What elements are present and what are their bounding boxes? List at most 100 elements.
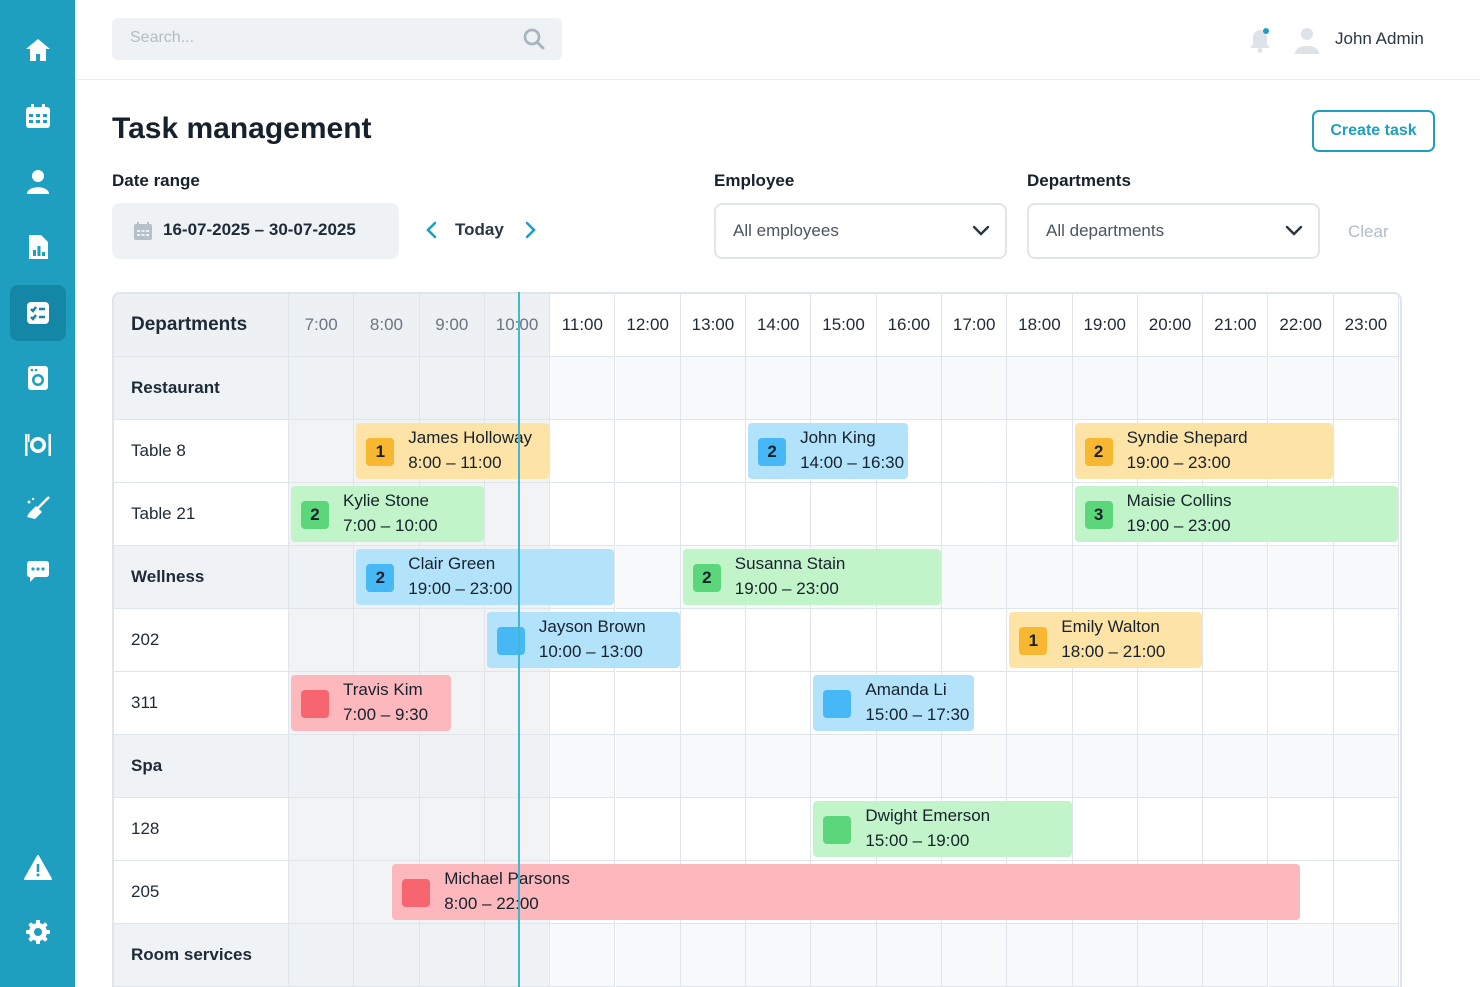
task-card[interactable]: 1 Emily Walton 18:00 – 21:00 — [1009, 612, 1203, 668]
schedule-slot[interactable] — [1333, 609, 1400, 672]
date-range-picker[interactable]: 16-07-2025 – 30-07-2025 — [112, 203, 399, 259]
schedule-slot[interactable] — [1333, 672, 1400, 735]
schedule-slot[interactable] — [746, 357, 812, 420]
nav-chat[interactable] — [10, 543, 66, 599]
schedule-slot[interactable] — [1007, 357, 1073, 420]
nav-laundry[interactable] — [10, 350, 66, 406]
schedule-slot[interactable] — [289, 357, 355, 420]
avatar[interactable] — [1293, 24, 1321, 56]
task-card[interactable]: Michael Parsons 8:00 – 22:00 — [392, 864, 1301, 920]
schedule-slot[interactable] — [615, 546, 681, 609]
schedule-slot[interactable] — [615, 357, 681, 420]
schedule-slot[interactable] — [1333, 420, 1400, 483]
schedule-slot[interactable] — [1137, 735, 1204, 798]
schedule-slot[interactable] — [876, 357, 942, 420]
today-button[interactable]: Today — [455, 220, 504, 240]
schedule-slot[interactable] — [354, 798, 420, 861]
schedule-slot[interactable] — [942, 357, 1008, 420]
create-task-button[interactable]: Create task — [1312, 110, 1435, 152]
schedule-slot[interactable] — [1333, 924, 1400, 987]
schedule-slot[interactable] — [1203, 735, 1269, 798]
task-card[interactable]: Dwight Emerson 15:00 – 19:00 — [813, 801, 1072, 857]
nav-tasks[interactable] — [10, 285, 66, 341]
nav-cleaning[interactable] — [10, 480, 66, 536]
schedule-slot[interactable] — [1203, 357, 1269, 420]
schedule-slot[interactable] — [550, 357, 616, 420]
schedule-slot[interactable] — [419, 735, 485, 798]
task-card[interactable]: 2 Clair Green 19:00 – 23:00 — [356, 549, 615, 605]
schedule-slot[interactable] — [615, 924, 681, 987]
schedule-slot[interactable] — [1333, 735, 1400, 798]
schedule-slot[interactable] — [615, 420, 681, 483]
schedule-slot[interactable] — [419, 924, 485, 987]
notification-bell-icon[interactable] — [1247, 26, 1273, 54]
schedule-slot[interactable] — [1072, 735, 1138, 798]
nav-calendar[interactable] — [10, 88, 66, 144]
search-input[interactable]: Search... — [112, 18, 562, 60]
nav-dining[interactable] — [10, 416, 66, 472]
schedule-slot[interactable] — [811, 357, 877, 420]
schedule-slot[interactable] — [419, 357, 485, 420]
nav-home[interactable] — [10, 22, 66, 78]
schedule-slot[interactable] — [680, 483, 747, 546]
schedule-slot[interactable] — [354, 357, 420, 420]
schedule-slot[interactable] — [615, 672, 681, 735]
schedule-slot[interactable] — [942, 420, 1008, 483]
schedule-slot[interactable] — [1268, 798, 1334, 861]
task-card[interactable]: 3 Maisie Collins 19:00 – 23:00 — [1074, 486, 1399, 542]
schedule-slot[interactable] — [1268, 672, 1334, 735]
schedule-slot[interactable] — [680, 357, 747, 420]
task-card[interactable]: 2 Susanna Stain 19:00 – 23:00 — [682, 549, 941, 605]
schedule-slot[interactable] — [289, 798, 355, 861]
schedule-slot[interactable] — [1007, 924, 1073, 987]
schedule-slot[interactable] — [615, 735, 681, 798]
schedule-slot[interactable] — [746, 735, 812, 798]
schedule-slot[interactable] — [289, 420, 355, 483]
nav-alerts[interactable] — [10, 840, 66, 896]
schedule-slot[interactable] — [1203, 546, 1269, 609]
schedule-slot[interactable] — [942, 735, 1008, 798]
task-card[interactable]: 2 John King 14:00 – 16:30 — [748, 423, 909, 479]
schedule-slot[interactable] — [1137, 924, 1204, 987]
task-card[interactable]: 2 Syndie Shepard 19:00 – 23:00 — [1074, 423, 1333, 479]
schedule-slot[interactable] — [419, 609, 485, 672]
schedule-slot[interactable] — [1137, 798, 1204, 861]
schedule-slot[interactable] — [942, 483, 1008, 546]
schedule-slot[interactable] — [942, 609, 1008, 672]
departments-select[interactable]: All departments — [1027, 203, 1320, 259]
schedule-slot[interactable] — [680, 798, 747, 861]
schedule-slot[interactable] — [1007, 735, 1073, 798]
task-card[interactable]: Travis Kim 7:00 – 9:30 — [291, 675, 452, 731]
schedule-slot[interactable] — [1268, 546, 1334, 609]
schedule-slot[interactable] — [354, 735, 420, 798]
task-card[interactable]: 2 Kylie Stone 7:00 – 10:00 — [291, 486, 484, 542]
schedule-slot[interactable] — [1203, 609, 1269, 672]
schedule-slot[interactable] — [811, 924, 877, 987]
schedule-slot[interactable] — [1007, 420, 1073, 483]
schedule-slot[interactable] — [1268, 924, 1334, 987]
schedule-slot[interactable] — [289, 546, 355, 609]
schedule-slot[interactable] — [1137, 357, 1204, 420]
nav-users[interactable] — [10, 154, 66, 210]
schedule-slot[interactable] — [1072, 357, 1138, 420]
schedule-slot[interactable] — [1333, 357, 1400, 420]
task-card[interactable]: Amanda Li 15:00 – 17:30 — [813, 675, 974, 731]
schedule-slot[interactable] — [419, 798, 485, 861]
schedule-slot[interactable] — [1007, 483, 1073, 546]
schedule-slot[interactable] — [289, 861, 355, 924]
schedule-slot[interactable] — [1268, 735, 1334, 798]
schedule-slot[interactable] — [289, 924, 355, 987]
schedule-slot[interactable] — [680, 735, 747, 798]
schedule-slot[interactable] — [811, 735, 877, 798]
schedule-slot[interactable] — [942, 546, 1008, 609]
schedule-slot[interactable] — [550, 735, 616, 798]
schedule-slot[interactable] — [1072, 924, 1138, 987]
schedule-slot[interactable] — [746, 672, 812, 735]
schedule-slot[interactable] — [746, 924, 812, 987]
schedule-slot[interactable] — [1137, 672, 1204, 735]
schedule-slot[interactable] — [1333, 798, 1400, 861]
schedule-slot[interactable] — [811, 609, 877, 672]
schedule-slot[interactable] — [1203, 924, 1269, 987]
schedule-slot[interactable] — [550, 672, 616, 735]
schedule-slot[interactable] — [615, 483, 681, 546]
